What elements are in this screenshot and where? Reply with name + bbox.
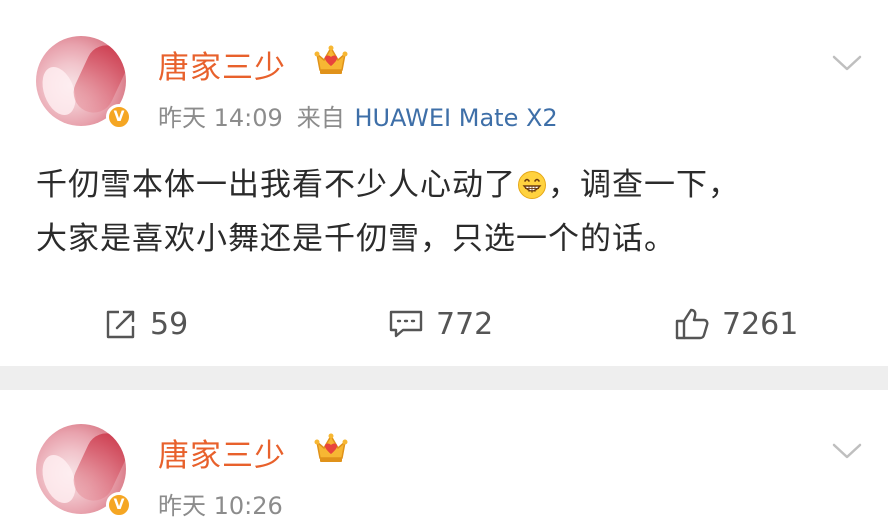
crown-icon	[314, 45, 348, 74]
verified-badge-icon: V	[106, 104, 132, 130]
post-meta: 昨天 14:09 来自 HUAWEI Mate X2	[158, 98, 558, 133]
like-button[interactable]: 7261	[674, 302, 798, 346]
chevron-down-icon[interactable]	[832, 54, 862, 72]
repost-icon	[106, 310, 135, 339]
repost-button[interactable]: 59	[104, 302, 188, 346]
post-source[interactable]: HUAWEI Mate X2	[354, 104, 557, 132]
like-count: 7261	[722, 306, 799, 342]
thumbs-up-icon	[675, 308, 709, 340]
post-time: 昨天 10:26	[158, 492, 283, 520]
post-content: 千仞雪本体一出我看不少人心动了 ，调查一下， 大家是喜欢小舞还是千仞雪，只选一个…	[36, 158, 856, 266]
comment-icon	[389, 310, 423, 338]
source-prefix: 来自	[296, 104, 345, 132]
author-name[interactable]: 唐家三少	[158, 42, 286, 87]
content-line: 大家是喜欢小舞还是千仞雪，只选一个的话。	[36, 221, 676, 257]
weibo-post: V 唐家三少 昨天 10:26	[0, 390, 888, 532]
post-meta: 昨天 10:26	[158, 486, 283, 521]
content-line: 千仞雪本体一出我看不少人心动了 ，调查一下，	[36, 167, 740, 203]
weibo-post: V 唐家三少 昨天 14:09 来自 HUAWEI Mate X2 千仞雪本体一出…	[0, 0, 888, 366]
author-name[interactable]: 唐家三少	[158, 430, 286, 475]
verified-badge-icon: V	[106, 492, 132, 518]
chevron-down-icon[interactable]	[832, 442, 862, 460]
comment-button[interactable]: 772	[388, 302, 493, 346]
grin-emoji-icon	[518, 171, 546, 199]
repost-count: 59	[150, 306, 189, 342]
post-time: 昨天 14:09	[158, 104, 283, 132]
comment-count: 772	[436, 306, 494, 342]
crown-icon	[314, 433, 348, 462]
post-separator	[0, 366, 888, 390]
